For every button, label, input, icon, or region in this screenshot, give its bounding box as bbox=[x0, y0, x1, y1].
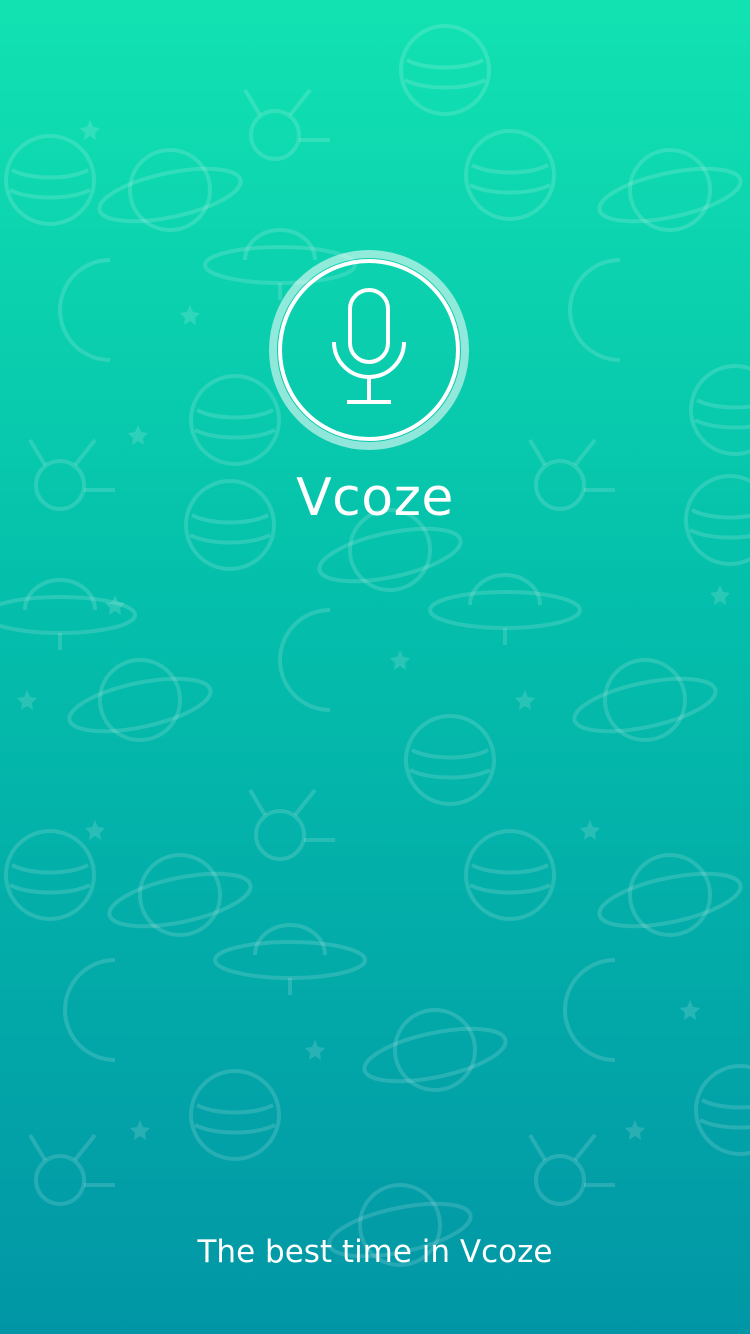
app-name: Vcoze bbox=[296, 468, 454, 528]
app-logo bbox=[269, 250, 469, 450]
space-doodle-pattern bbox=[0, 24, 750, 1269]
microphone-icon bbox=[332, 288, 406, 404]
tagline: The best time in Vcoze bbox=[197, 1234, 553, 1270]
splash-screen: Vcoze The best time in Vcoze bbox=[0, 0, 750, 1334]
